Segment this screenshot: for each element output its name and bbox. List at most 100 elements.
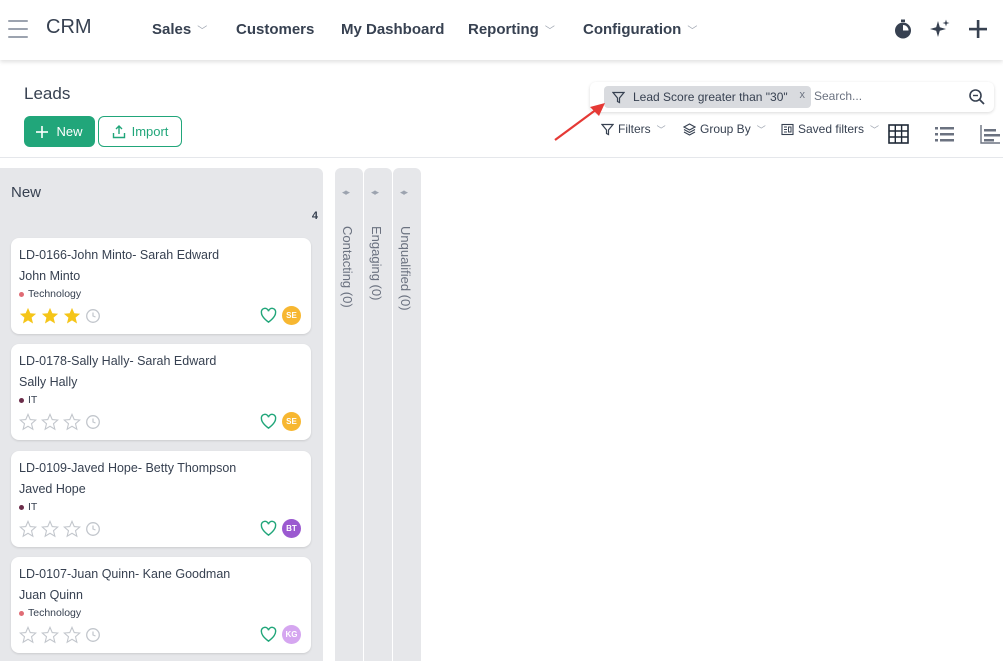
plus-icon [36, 125, 49, 138]
avatar[interactable]: KG [282, 625, 301, 644]
graph-view-icon[interactable] [980, 124, 1000, 144]
clock-icon[interactable] [85, 308, 101, 324]
card-title: LD-0166-John Minto- Sarah Edward [19, 248, 220, 262]
nav-sales[interactable]: Sales ﹀ [152, 21, 207, 38]
star-filled-icon[interactable] [19, 307, 37, 325]
kanban-column-contacting[interactable]: ◂▸ Contacting (0) [335, 168, 363, 661]
star-empty-icon[interactable] [63, 520, 81, 538]
nav-customers[interactable]: Customers [236, 21, 314, 38]
tag-dot [19, 504, 24, 510]
upload-icon [112, 124, 125, 138]
star-empty-icon[interactable] [41, 520, 59, 538]
chevron-down-icon: ﹀ [756, 124, 766, 135]
tag-label: Technology [28, 288, 82, 300]
heart-icon[interactable] [260, 520, 277, 537]
facet-remove-icon[interactable]: x [800, 89, 806, 101]
card-tag: IT [19, 501, 37, 513]
menu-icon[interactable] [8, 20, 28, 38]
chevron-down-icon: ﹀ [656, 124, 666, 135]
star-empty-icon[interactable] [19, 626, 37, 644]
nav-reporting[interactable]: Reporting ﹀ [468, 21, 555, 38]
saved-filters-label: Saved filters [798, 122, 865, 136]
heart-icon[interactable] [260, 413, 277, 430]
card-contact-name: Javed Hope [19, 482, 86, 496]
clock-icon[interactable] [85, 521, 101, 537]
list-view-icon[interactable] [934, 124, 955, 144]
star-empty-icon[interactable] [63, 626, 81, 644]
filter-icon [612, 91, 625, 103]
card-tag: Technology [19, 607, 81, 619]
card-tag: Technology [19, 288, 81, 300]
nav-sales-label: Sales [152, 21, 192, 38]
sparkle-icon[interactable] [929, 18, 951, 40]
column-title[interactable]: New [11, 184, 41, 201]
kanban-column-unqualified[interactable]: ◂▸ Unqualified (0) [393, 168, 421, 661]
new-button[interactable]: New [24, 116, 95, 147]
chevron-down-icon: ﹀ [870, 124, 880, 135]
expand-column-icon: ◂▸ [400, 187, 408, 197]
heart-icon[interactable] [260, 626, 277, 643]
avatar[interactable]: BT [282, 519, 301, 538]
kanban-card[interactable]: LD-0166-John Minto- Sarah Edward John Mi… [11, 238, 311, 334]
search-icon[interactable] [968, 88, 986, 106]
clock-icon[interactable] [85, 627, 101, 643]
tag-label: IT [28, 501, 38, 513]
stopwatch-icon[interactable] [892, 18, 914, 40]
star-empty-icon[interactable] [63, 413, 81, 431]
column-title: Unqualified (0) [398, 226, 413, 311]
page-title: Leads [24, 84, 71, 103]
priority-stars [19, 413, 101, 431]
kanban-card[interactable]: LD-0109-Javed Hope- Betty Thompson Javed… [11, 451, 311, 547]
kanban-column-new: New 4 LD-0166-John Minto- Sarah Edward J… [0, 168, 323, 661]
tag-dot [19, 291, 24, 297]
priority-stars [19, 307, 101, 325]
nav-configuration-label: Configuration [583, 21, 682, 38]
import-button[interactable]: Import [98, 116, 182, 147]
kanban-card[interactable]: LD-0107-Juan Quinn- Kane Goodman Juan Qu… [11, 557, 311, 653]
star-empty-icon[interactable] [19, 520, 37, 538]
app-brand[interactable]: CRM [46, 16, 92, 39]
filters-label: Filters [618, 122, 651, 136]
priority-stars [19, 626, 101, 644]
star-filled-icon[interactable] [63, 307, 81, 325]
card-tag: IT [19, 394, 37, 406]
kanban-view-icon[interactable] [888, 124, 909, 144]
heart-icon[interactable] [260, 307, 277, 324]
star-empty-icon[interactable] [41, 626, 59, 644]
column-count: 4 [311, 210, 318, 222]
card-title: LD-0178-Sally Hally- Sarah Edward [19, 354, 217, 368]
search-facet[interactable]: Lead Score greater than "30" x [604, 86, 811, 108]
column-title: Contacting (0) [340, 226, 355, 308]
plus-icon[interactable] [967, 18, 989, 40]
search-bar[interactable]: Lead Score greater than "30" x [590, 82, 994, 112]
nav-configuration[interactable]: Configuration ﹀ [583, 21, 697, 38]
tag-dot [19, 610, 24, 616]
expand-column-icon: ◂▸ [371, 187, 379, 197]
saved-filters-toggle[interactable]: Saved filters ﹀ [781, 122, 879, 136]
card-title: LD-0107-Juan Quinn- Kane Goodman [19, 567, 231, 581]
chevron-down-icon: ﹀ [544, 26, 555, 37]
avatar[interactable]: SE [282, 306, 301, 325]
priority-stars [19, 520, 101, 538]
top-navbar: CRM Sales ﹀ Customers My Dashboard Report… [0, 0, 1003, 60]
saved-filters-icon [781, 123, 794, 135]
star-empty-icon[interactable] [41, 413, 59, 431]
nav-my-dashboard[interactable]: My Dashboard [341, 21, 444, 38]
card-contact-name: Juan Quinn [19, 588, 83, 602]
nav-reporting-label: Reporting [468, 21, 539, 38]
groupby-label: Group By [700, 122, 751, 136]
star-filled-icon[interactable] [41, 307, 59, 325]
clock-icon[interactable] [85, 414, 101, 430]
kanban-column-engaging[interactable]: ◂▸ Engaging (0) [364, 168, 392, 661]
avatar[interactable]: SE [282, 412, 301, 431]
chevron-down-icon: ﹀ [197, 26, 208, 37]
star-empty-icon[interactable] [19, 413, 37, 431]
chevron-down-icon: ﹀ [687, 26, 698, 37]
groupby-toggle[interactable]: Group By ﹀ [683, 122, 766, 136]
search-input[interactable] [814, 89, 954, 103]
card-title: LD-0109-Javed Hope- Betty Thompson [19, 461, 237, 475]
nav-my-dashboard-label: My Dashboard [341, 21, 445, 38]
tag-label: Technology [28, 607, 82, 619]
filters-toggle[interactable]: Filters ﹀ [601, 122, 666, 136]
kanban-card[interactable]: LD-0178-Sally Hally- Sarah Edward Sally … [11, 344, 311, 440]
